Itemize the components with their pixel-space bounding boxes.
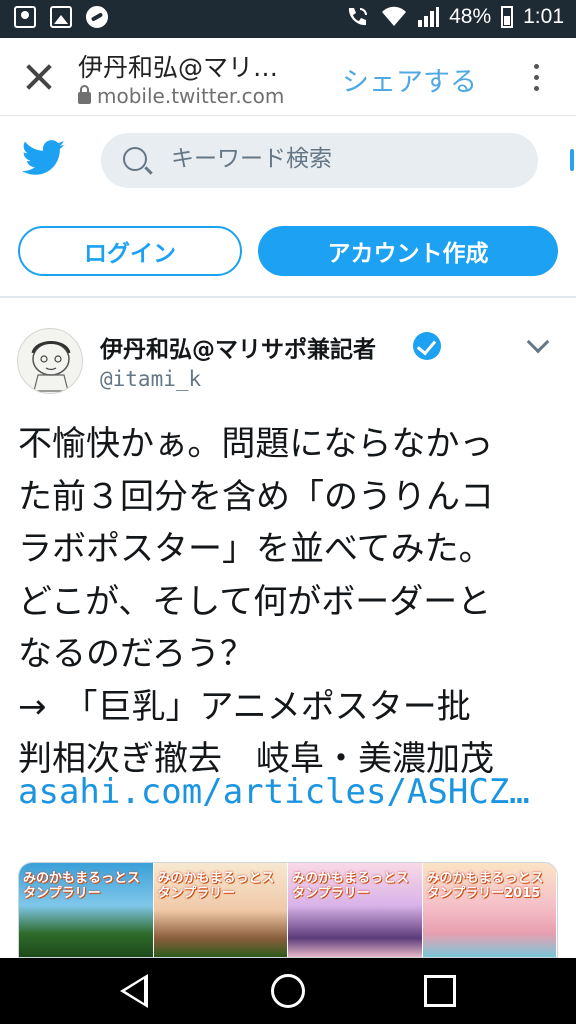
poster-title: みのかもまるっとスタンプラリー: [157, 871, 275, 901]
author-handle[interactable]: @itami_k: [100, 367, 201, 391]
poster-title: みのかもまるっとスタンプラリー: [23, 871, 141, 901]
tweet-media[interactable]: みのかもまるっとスタンプラリー みのかもまるっとスタンプラリー みのかもまるっと…: [18, 862, 558, 958]
clock: 1:01: [523, 5, 564, 28]
system-icons: 48% 1:01: [345, 5, 564, 29]
app-icon: [86, 6, 108, 28]
tweet-line: どこが、そして何がボーダーと: [18, 581, 492, 622]
login-button[interactable]: ログイン: [18, 226, 242, 276]
poster-image[interactable]: みのかもまるっとスタンプラリー: [153, 863, 288, 957]
wifi-icon: [382, 6, 407, 26]
tweet-link[interactable]: asahi.com/articles/ASHCZ…: [18, 772, 530, 812]
divider: [0, 296, 576, 298]
tweet-line: 不愉快かぁ。問題にならなかっ: [18, 424, 494, 464]
back-icon[interactable]: [120, 974, 148, 1008]
tweet-line: なるのだろう？: [18, 634, 254, 674]
poster-image[interactable]: みのかもまるっとスタンプラリー: [19, 863, 154, 957]
author-name[interactable]: 伊丹和弘@マリサポ兼記者: [100, 330, 376, 364]
twitter-bird-icon[interactable]: [22, 140, 66, 176]
poster-title: みのかもまるっとスタンプラリー2015: [426, 871, 544, 901]
battery-percent: 48%: [449, 5, 492, 28]
tweet-line: → 「巨乳」アニメポスター批: [18, 686, 471, 727]
verified-badge-icon: [413, 332, 441, 360]
poster-title: みのかもまるっとスタンプラリー: [292, 871, 410, 901]
share-button[interactable]: シェアする: [342, 60, 477, 99]
signal-icon: [418, 7, 440, 27]
page-title: 伊丹和弘@マリ…: [78, 53, 279, 82]
wifi-calling-icon: [349, 8, 368, 26]
browser-toolbar: 伊丹和弘@マリ… mobile.twitter.com シェアする: [0, 38, 576, 116]
home-icon[interactable]: [271, 974, 305, 1008]
tweet-line: た前３回分を含め「のうりんコ: [18, 476, 494, 517]
search-input[interactable]: [171, 146, 511, 172]
notification-icons: [14, 6, 108, 28]
tweet-line: ラボポスター」を並べてみた。: [18, 529, 493, 569]
navigation-bar: [0, 958, 576, 1024]
page-url: mobile.twitter.com: [78, 84, 284, 108]
picture-icon: [50, 6, 72, 28]
contact-icon: [14, 6, 36, 28]
search-icon: [123, 147, 147, 171]
url-text: mobile.twitter.com: [97, 84, 285, 108]
chevron-down-icon[interactable]: [527, 334, 547, 354]
avatar[interactable]: [17, 328, 83, 394]
search-box[interactable]: [101, 133, 538, 188]
lock-icon: [78, 85, 91, 104]
battery-icon: [501, 6, 514, 28]
tweet-text: 不愉快かぁ。問題にならなかっ た前３回分を含め「のうりんコ ラボポスター」を並べ…: [18, 418, 566, 786]
signup-button[interactable]: アカウント作成: [258, 226, 558, 276]
avatar-sketch-icon: [31, 341, 71, 392]
close-icon[interactable]: [24, 62, 54, 92]
overflow-menu-icon[interactable]: [534, 64, 540, 92]
poster-image[interactable]: みのかもまるっとスタンプラリー: [288, 863, 423, 957]
scroll-edge-indicator: [570, 149, 574, 171]
recents-icon[interactable]: [424, 975, 456, 1007]
status-bar: 48% 1:01: [0, 0, 576, 38]
poster-image[interactable]: みのかもまるっとスタンプラリー2015: [422, 863, 557, 957]
